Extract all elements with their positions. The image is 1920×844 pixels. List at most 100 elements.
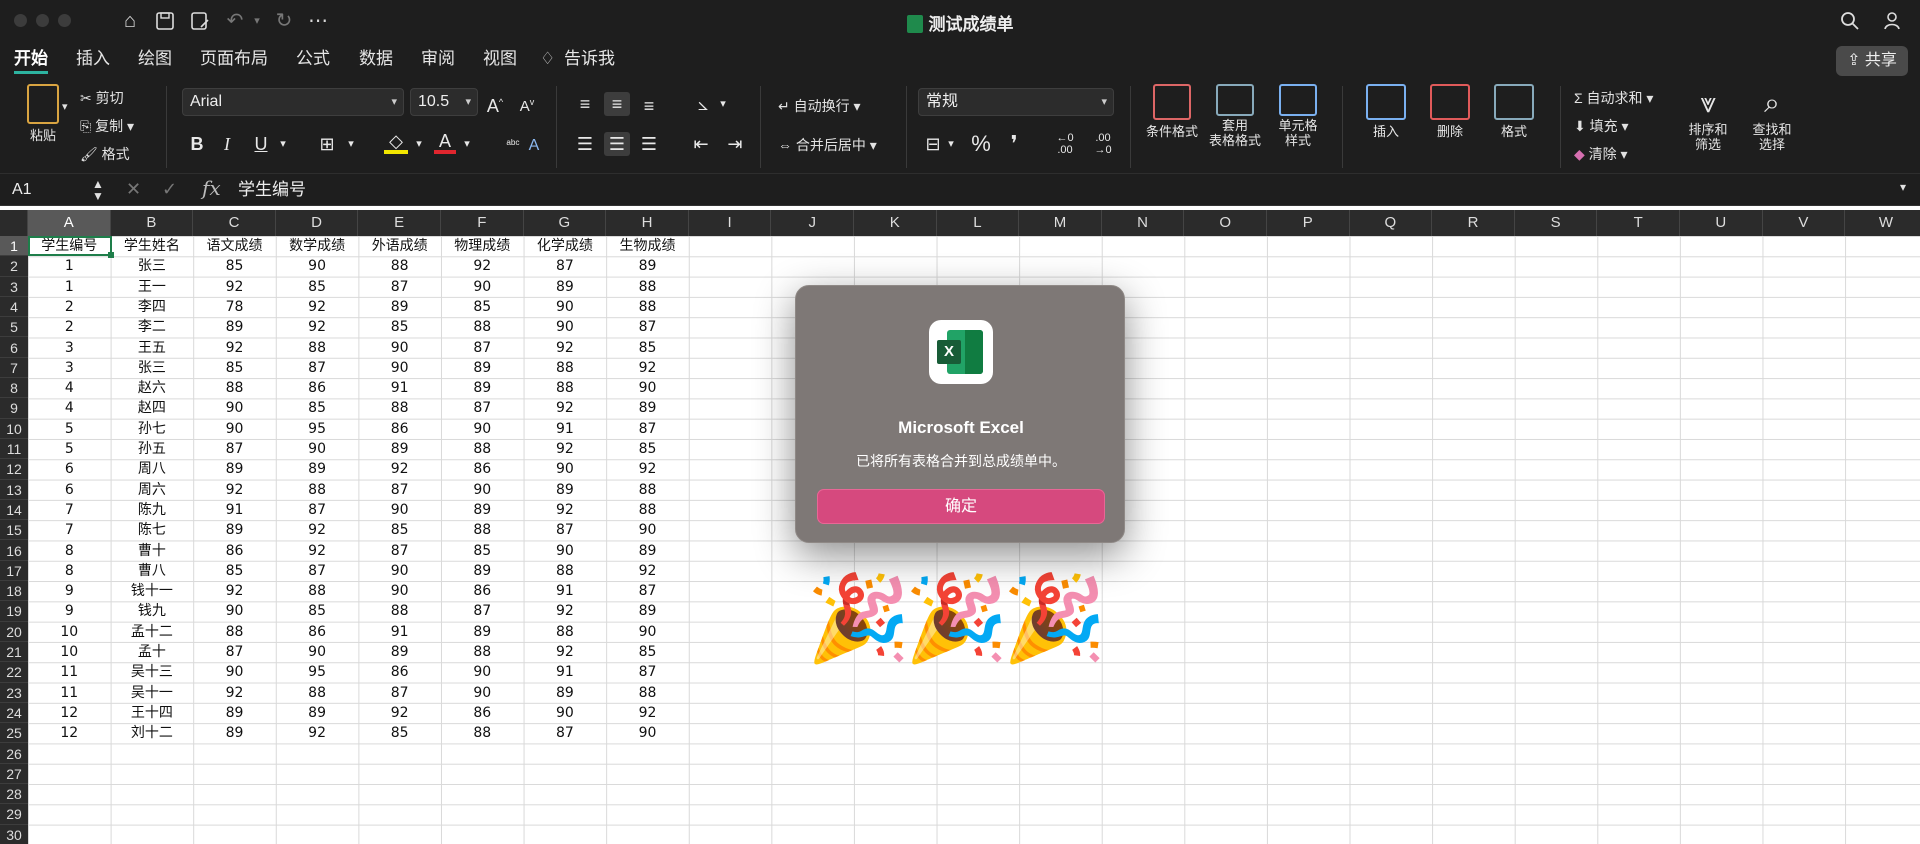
cell[interactable]: 89	[441, 561, 524, 581]
cell[interactable]: 85	[606, 338, 689, 358]
cell[interactable]: 88	[606, 297, 689, 317]
cell[interactable]: 92	[193, 277, 276, 297]
comma-style-icon[interactable]: ❜	[1004, 132, 1024, 156]
font-color-icon[interactable]: A	[434, 132, 456, 154]
cell[interactable]: 11	[28, 662, 111, 682]
cell[interactable]: 92	[606, 561, 689, 581]
row-header[interactable]: 25	[0, 723, 28, 744]
row-header[interactable]: 10	[0, 419, 28, 439]
increase-font-icon[interactable]: A^	[484, 90, 506, 118]
column-header[interactable]: G	[524, 210, 607, 236]
cell[interactable]: 1	[28, 256, 111, 276]
paste-button[interactable]: 粘贴	[16, 84, 70, 143]
row-header[interactable]: 14	[0, 500, 28, 521]
cell[interactable]: 92	[358, 459, 441, 479]
row-header[interactable]: 1	[0, 236, 28, 257]
cell[interactable]: 89	[193, 317, 276, 337]
cell[interactable]: 89	[606, 398, 689, 418]
cell[interactable]: 90	[524, 317, 607, 337]
cell[interactable]: 7	[28, 520, 111, 540]
align-right-icon[interactable]: ☰	[638, 132, 660, 156]
row-header[interactable]: 29	[0, 804, 28, 825]
cell[interactable]: 陈九	[111, 500, 194, 520]
cancel-icon[interactable]: ✕	[126, 179, 141, 200]
cell[interactable]: 92	[193, 480, 276, 500]
cell[interactable]: 87	[358, 541, 441, 561]
cell[interactable]: 2	[28, 297, 111, 317]
cell[interactable]: 90	[441, 662, 524, 682]
zoom-window-button[interactable]	[58, 14, 71, 27]
cell[interactable]: 88	[606, 683, 689, 703]
decrease-decimal-icon[interactable]: .00 →0	[1090, 132, 1116, 156]
cell[interactable]: 王五	[111, 338, 194, 358]
formula-input[interactable]: 学生编号	[238, 178, 306, 202]
column-header[interactable]: P	[1267, 210, 1350, 236]
cell[interactable]: 91	[524, 662, 607, 682]
cell[interactable]: 89	[606, 541, 689, 561]
cell[interactable]: 王十四	[111, 703, 194, 723]
cell[interactable]: 10	[28, 642, 111, 662]
tab-data[interactable]: 数据	[359, 48, 393, 74]
accounting-dropdown-icon[interactable]: ▾	[944, 132, 958, 156]
cell[interactable]: 90	[606, 520, 689, 540]
cell[interactable]: 91	[358, 622, 441, 642]
cell[interactable]: 92	[193, 338, 276, 358]
cell[interactable]: 88	[193, 378, 276, 398]
row-header[interactable]: 28	[0, 784, 28, 805]
cell[interactable]: 7	[28, 500, 111, 520]
cell[interactable]: 87	[276, 561, 359, 581]
column-header[interactable]: V	[1763, 210, 1846, 236]
redo-icon[interactable]: ↻	[272, 10, 296, 32]
cell[interactable]: 91	[193, 500, 276, 520]
cell[interactable]: 92	[606, 358, 689, 378]
cell-styles-button[interactable]: 单元格 样式	[1268, 84, 1328, 148]
row-header[interactable]: 16	[0, 541, 28, 561]
cell[interactable]: 78	[193, 297, 276, 317]
cell[interactable]: 88	[276, 338, 359, 358]
phonetic-a-icon[interactable]: A	[526, 134, 542, 158]
cell[interactable]: 周八	[111, 459, 194, 479]
number-format-dropdown[interactable]: 常规 ▾	[918, 88, 1114, 116]
cell[interactable]: 87	[193, 642, 276, 662]
column-header[interactable]: L	[937, 210, 1020, 236]
close-window-button[interactable]	[14, 14, 27, 27]
cell[interactable]: 89	[441, 622, 524, 642]
decrease-indent-icon[interactable]: ⇤	[690, 132, 712, 156]
cell[interactable]: 90	[358, 500, 441, 520]
cell[interactable]: 90	[524, 297, 607, 317]
row-header[interactable]: 7	[0, 358, 28, 379]
row-header[interactable]: 23	[0, 683, 28, 703]
cell[interactable]: 86	[358, 419, 441, 439]
cell[interactable]: 90	[524, 459, 607, 479]
cell[interactable]: 91	[524, 581, 607, 601]
cell[interactable]: 钱十一	[111, 581, 194, 601]
autosum-button[interactable]: Σ 自动求和 ▾	[1574, 88, 1653, 108]
cell[interactable]: 92	[276, 520, 359, 540]
italic-button[interactable]: I	[216, 132, 238, 156]
align-top-icon[interactable]: ≡	[574, 92, 596, 116]
column-header[interactable]: A	[28, 210, 111, 236]
account-icon[interactable]	[1882, 10, 1906, 32]
cell[interactable]: 90	[606, 723, 689, 743]
tab-view[interactable]: 视图	[483, 48, 517, 74]
tell-me-search[interactable]: 告诉我	[564, 48, 615, 74]
row-header[interactable]: 13	[0, 480, 28, 500]
cell[interactable]: 张三	[111, 358, 194, 378]
row-header[interactable]: 21	[0, 642, 28, 663]
cell[interactable]: 89	[441, 378, 524, 398]
cell[interactable]: 3	[28, 338, 111, 358]
cell[interactable]: 10	[28, 622, 111, 642]
cell[interactable]: 90	[441, 277, 524, 297]
insert-function-button[interactable]: fx	[202, 176, 221, 200]
home-icon[interactable]: ⌂	[118, 10, 142, 32]
row-header[interactable]: 20	[0, 622, 28, 642]
cell[interactable]: 95	[276, 662, 359, 682]
cell[interactable]: 12	[28, 703, 111, 723]
cell[interactable]: 89	[524, 683, 607, 703]
select-all-corner[interactable]	[0, 210, 28, 236]
cell[interactable]: 86	[276, 378, 359, 398]
cell[interactable]: 孙五	[111, 439, 194, 459]
cell[interactable]: 89	[276, 459, 359, 479]
cell[interactable]: 87	[441, 398, 524, 418]
cell[interactable]: 88	[441, 723, 524, 743]
